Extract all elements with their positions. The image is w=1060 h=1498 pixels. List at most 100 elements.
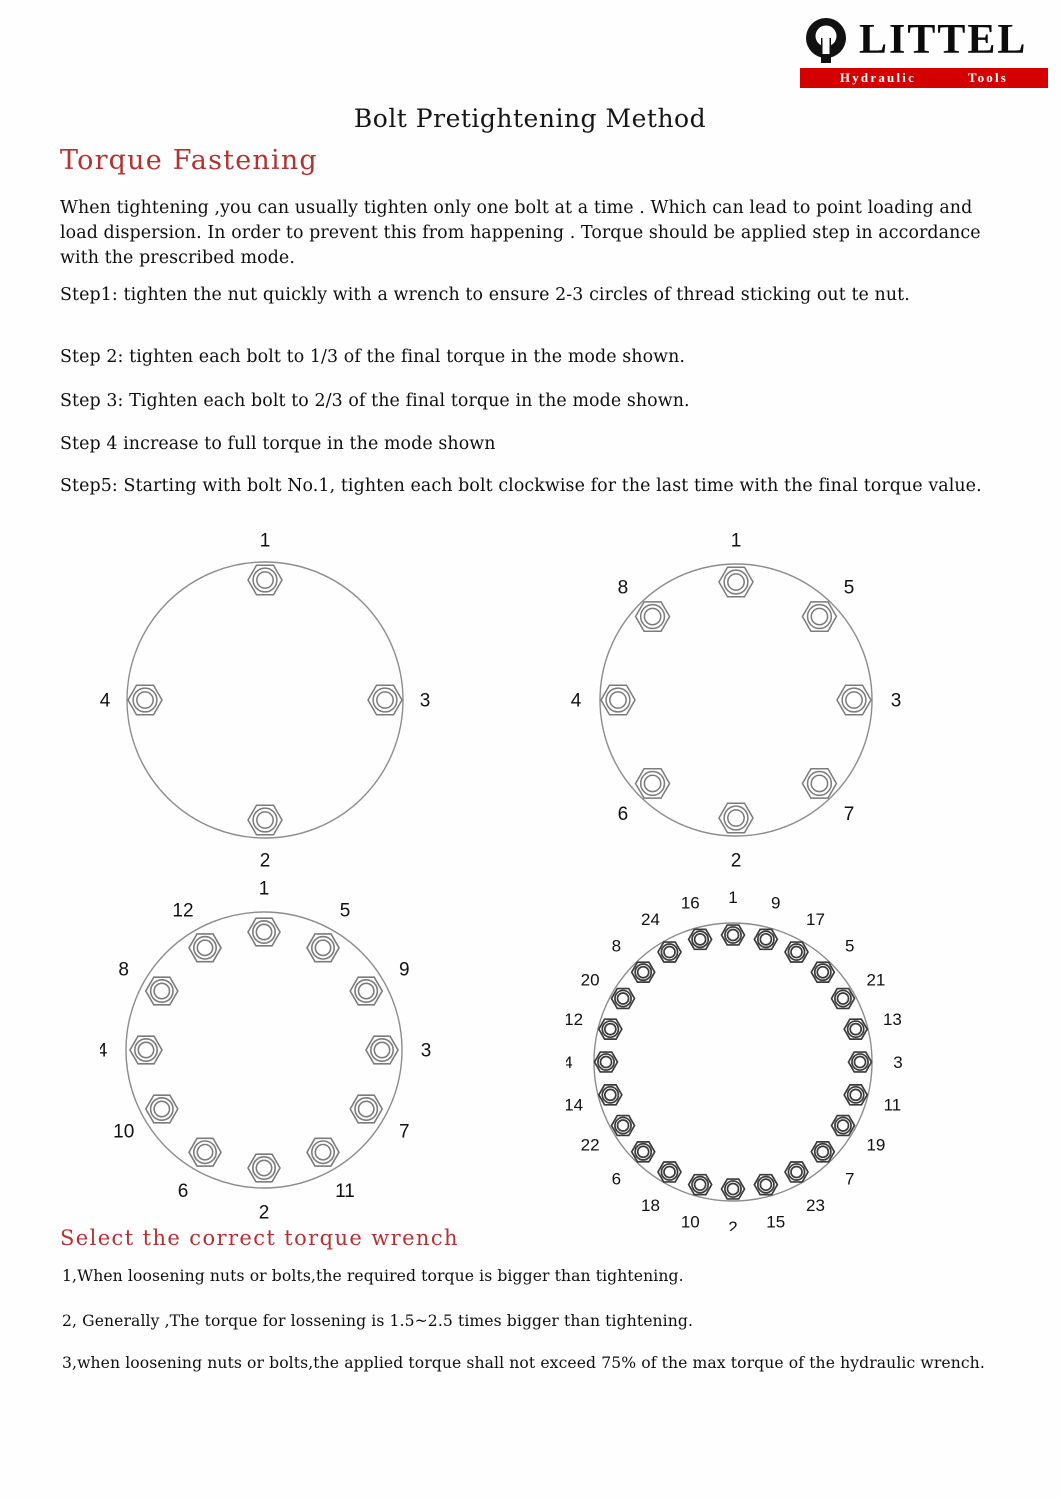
bolt-number-label: 21 [866, 971, 885, 990]
bolt-number-label: 8 [612, 936, 621, 955]
note-2-text: 2, Generally ,The torque for lossening i… [62, 1312, 694, 1330]
bolt-number-label: 4 [571, 691, 582, 712]
note-1-text: 1,When loosening nuts or bolts,the requi… [62, 1267, 684, 1285]
bolt-nut [801, 601, 838, 633]
page-title: Bolt Pretightening Method [353, 104, 707, 133]
step-3-text: Step 3: Tighten each bolt to 2/3 of the … [60, 391, 690, 411]
bolt-number-label: 3 [421, 1041, 432, 1062]
bolt-pattern-diagram-8: 1 5 3 7 2 6 4 8 [570, 528, 930, 873]
bolt-number-label: 10 [681, 1212, 700, 1231]
bolt-number-label: 9 [771, 894, 780, 913]
bolt-number-label: 22 [581, 1136, 600, 1155]
bolt-number-label: 7 [399, 1122, 410, 1143]
bolt-nut [687, 1173, 713, 1196]
flange-outline [125, 911, 403, 1189]
logo-banner-tools: Tools [967, 70, 1009, 85]
bolt-nut [784, 941, 809, 963]
bolt-nut [657, 1161, 682, 1183]
bolt-nut [306, 1137, 340, 1167]
bolt-nut [349, 976, 384, 1006]
bolt-number-label: 6 [618, 804, 629, 825]
bolt-number-label: 24 [641, 910, 660, 929]
bolt-nut [610, 987, 636, 1010]
bolt-nut [810, 961, 836, 984]
bolt-nut [610, 1114, 636, 1137]
section-heading-select-wrench: Select the correct torque wrench [60, 1226, 459, 1250]
logo-wordmark: LITTEL [859, 17, 1028, 63]
bolt-number-label: 12 [172, 900, 193, 921]
intro-paragraph: When tightening ,you can usually tighten… [60, 198, 981, 268]
logo-top-row: LITTEL [800, 14, 1048, 66]
document-page: LITTEL Hydraulic Tools Bolt Pretightenin… [0, 0, 1060, 1498]
bolt-nut [847, 1051, 873, 1073]
bolt-number-label: 3 [893, 1053, 902, 1072]
bolt-nut [247, 564, 283, 596]
bolt-nut [810, 1140, 836, 1163]
bolt-number-label: 1 [728, 888, 737, 907]
bolt-number-label: 2 [731, 851, 742, 872]
bolt-nut [597, 1018, 623, 1040]
bolt-pattern-diagram-12: 1 5 9 3 7 11 2 6 10 4 8 12 [100, 876, 460, 1221]
bolt-number-label: 6 [612, 1170, 621, 1189]
bolt-nut [657, 941, 682, 963]
flange-outline [599, 563, 873, 837]
bolt-number-label: 17 [806, 910, 825, 929]
bolt-number-label: 2 [728, 1218, 737, 1231]
bolt-number-label: 10 [113, 1122, 134, 1143]
bolt-nut [630, 961, 656, 984]
bolt-number-label: 2 [259, 1203, 270, 1221]
bolt-nut [593, 1051, 619, 1073]
bolt-number-label: 2 [260, 851, 271, 872]
bolt-number-label: 5 [844, 578, 855, 599]
bolt-number-label: 23 [806, 1196, 825, 1215]
bolt-number-label: 8 [618, 578, 629, 599]
bolt-number-label: 4 [100, 1041, 108, 1062]
note-3-text: 3,when loosening nuts or bolts,the appli… [62, 1354, 985, 1372]
bolt-number-label: 20 [581, 970, 600, 989]
bolt-number-label: 3 [891, 691, 902, 712]
bolt-nut [127, 684, 163, 716]
bolt-number-label: 13 [883, 1010, 902, 1029]
bolt-number-label: 5 [845, 936, 854, 955]
section-heading-torque-fastening: Torque Fastening [60, 145, 318, 176]
bolt-number-label: 11 [884, 1096, 902, 1115]
bolt-number-label: 12 [566, 1010, 583, 1029]
bolt-nut [367, 684, 403, 716]
bolt-nut [687, 928, 713, 951]
bolt-nut [349, 1094, 384, 1124]
bolt-number-label: 3 [420, 691, 431, 712]
flange-outline [126, 561, 404, 839]
bolt-number-label: 7 [844, 804, 855, 825]
bolt-pattern-diagram-4: 1 3 2 4 [100, 528, 460, 873]
bolt-nut [129, 1035, 163, 1065]
bolt-nut [144, 1094, 179, 1124]
bolt-number-label: 16 [681, 894, 700, 913]
logo-banner: Hydraulic Tools [800, 68, 1048, 88]
bolt-number-label: 1 [260, 531, 271, 552]
step-1-text: Step1: tighten the nut quickly with a wr… [60, 285, 910, 305]
bolt-nut [843, 1084, 869, 1106]
littel-ring-icon-svg [806, 18, 846, 63]
bolt-nut [188, 1137, 222, 1167]
littel-ring-icon [800, 16, 852, 64]
bolt-nut [144, 976, 179, 1006]
bolt-nut [830, 1114, 856, 1137]
bolt-nut [753, 928, 779, 951]
bolt-number-label: 4 [100, 691, 111, 712]
bolt-number-label: 5 [340, 900, 351, 921]
bolt-number-label: 11 [335, 1181, 355, 1202]
bolt-number-label: 7 [845, 1170, 854, 1189]
bolt-number-label: 8 [118, 960, 129, 981]
bolt-pattern-diagram-24: 1 9 17 5 21 13 3 11 19 7 23 15 2 10 18 6 22 14 4 12 20 8 24 16 [566, 886, 926, 1231]
bolt-nut [720, 924, 746, 946]
bolt-nut [843, 1018, 869, 1040]
bolt-nut [634, 601, 671, 633]
bolt-number-label: 9 [399, 960, 410, 981]
bolt-nut [600, 684, 636, 716]
bolt-number-label: 18 [641, 1196, 660, 1215]
bolt-nut [718, 802, 754, 834]
bolt-number-label: 1 [259, 879, 270, 900]
bolt-number-label: 15 [766, 1212, 785, 1231]
bolt-nut [784, 1161, 809, 1183]
logo-banner-hydraulic: Hydraulic [839, 70, 917, 85]
